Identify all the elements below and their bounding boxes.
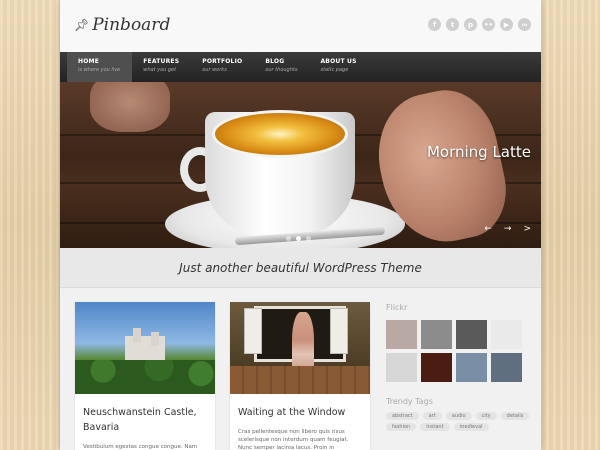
post-title[interactable]: Neuschwanstein Castle, Bavaria [75,394,215,435]
tag-link[interactable]: details [500,412,530,420]
post-title[interactable]: Waiting at the Window [230,394,370,420]
nav-item-subtitle: our works [202,67,227,73]
tags-widget-title: Trendy Tags [386,397,433,406]
nav-item-label: HOME [78,58,99,65]
post-thumbnail[interactable] [230,302,370,394]
rss-icon[interactable]: ∾ [518,18,531,31]
pushpin-icon: 📌︎ [74,18,90,32]
main-content: Neuschwanstein Castle, Bavaria Vestibulu… [60,288,541,450]
flickr-thumbnail[interactable] [386,320,417,349]
prev-arrow-icon[interactable]: ← [484,224,492,234]
flickr-grid [386,320,534,382]
flickr-thumbnail[interactable] [421,353,452,382]
post-thumbnail[interactable] [75,302,215,394]
tag-link[interactable]: abstract [386,412,419,420]
flickr-thumbnail[interactable] [491,353,522,382]
nav-item-subtitle: is where you live [78,67,121,73]
slide-caption: Morning Latte [426,143,531,161]
site-logo[interactable]: 📌︎ Pinboard [74,15,170,35]
flickr-thumbnail[interactable] [456,320,487,349]
page: 📌︎ Pinboard f t p •• ▶ ∾ HOME is where y… [60,0,541,450]
nav-item-subtitle: our thoughts [265,67,298,73]
latte-art-image [212,110,348,158]
slider-dot[interactable] [286,236,291,241]
tag-link[interactable]: audio [445,412,472,420]
nav-item-label: BLOG [265,58,285,65]
chevron-right-icon[interactable]: > [523,224,531,234]
nav-item-portfolio[interactable]: PORTFOLIO our works [191,52,254,82]
tag-link[interactable]: art [422,412,442,420]
logo-text: Pinboard [92,15,171,35]
castle-shape [125,336,165,362]
slider-dot[interactable] [306,236,311,241]
pinterest-icon[interactable]: p [464,18,477,31]
flickr-widget-title: Flickr [386,303,408,312]
youtube-icon[interactable]: ▶ [500,18,513,31]
flickr-icon[interactable]: •• [482,18,495,31]
castle-tower-shape [151,332,159,346]
main-nav: HOME is where you live FEATURES what you… [60,52,541,82]
post-card[interactable]: Waiting at the Window Cras pellentesque … [230,302,370,450]
next-arrow-icon[interactable]: → [504,224,512,234]
nav-item-subtitle: static page [320,67,349,73]
bench-shape [230,366,370,394]
site-header: 📌︎ Pinboard f t p •• ▶ ∾ [60,0,541,52]
post-excerpt: Cras pellentesque non libero quis risus … [238,429,349,450]
window-shutter-shape [244,308,262,354]
slider-dot-active[interactable] [296,236,301,241]
nav-item-label: ABOUT US [320,58,357,65]
slider-arrows: ← → > [484,224,531,234]
flickr-thumbnail[interactable] [456,353,487,382]
nav-item-about-us[interactable]: ABOUT US static page [309,52,368,82]
tag-cloud: abstract art audio city details fashion instan… [386,412,534,431]
tag-link[interactable]: fashion [386,423,417,431]
nav-item-label: PORTFOLIO [202,58,243,65]
forest-shape [75,360,215,394]
nav-item-label: FEATURES [143,58,180,65]
hero-slider[interactable]: Morning Latte ← → > [60,82,541,248]
flickr-thumbnail[interactable] [421,320,452,349]
slider-dots [286,236,311,241]
tag-link[interactable]: instant [420,423,450,431]
post-card[interactable]: Neuschwanstein Castle, Bavaria Vestibulu… [75,302,215,450]
nav-item-blog[interactable]: BLOG our thoughts [254,52,309,82]
tag-link[interactable]: medieval [453,423,489,431]
arm-image [90,82,170,132]
nav-item-subtitle: what you get [143,67,177,73]
flickr-thumbnail[interactable] [491,320,522,349]
tag-link[interactable]: city [475,412,497,420]
site-tagline: Just another beautiful WordPress Theme [179,260,422,275]
social-links: f t p •• ▶ ∾ [428,18,531,31]
flickr-thumbnail[interactable] [386,353,417,382]
facebook-icon[interactable]: f [428,18,441,31]
castle-tower-shape [133,328,141,342]
window-shutter-shape [330,308,348,354]
twitter-icon[interactable]: t [446,18,459,31]
nav-item-features[interactable]: FEATURES what you get [132,52,191,82]
post-excerpt: Vestibulum egestas congue congue. Nam [83,444,198,450]
nav-item-home[interactable]: HOME is where you live [67,52,133,82]
tagline-bar: Just another beautiful WordPress Theme [60,248,541,288]
sidebar: Flickr Trendy Tags abstract art audio city d… [386,288,534,431]
